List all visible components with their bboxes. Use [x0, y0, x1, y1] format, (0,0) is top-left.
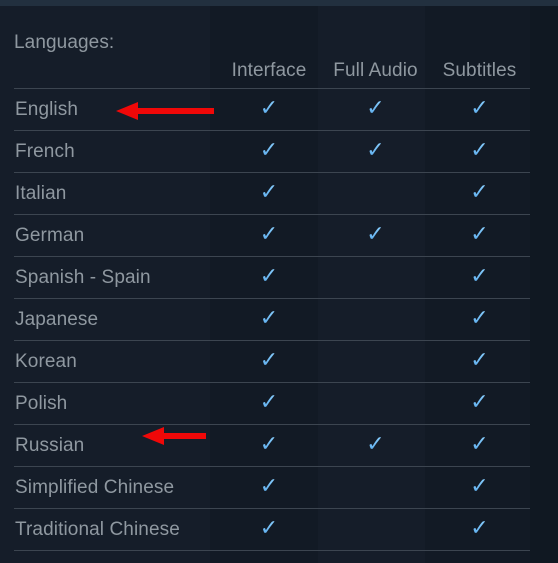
language-name: Polish [14, 382, 216, 425]
check-icon: ✓ [470, 432, 489, 457]
table-row: Italian ✓ ✓ ✓ [14, 172, 530, 215]
table-row: English ✓ ✓ ✓ [14, 88, 530, 131]
check-icon: ✓ [470, 222, 489, 247]
cell-full-audio: ✓ [322, 88, 429, 131]
cell-interface: ✓ [216, 424, 322, 467]
table-row: Korean ✓ ✓ ✓ [14, 340, 530, 383]
languages-heading: Languages: [14, 32, 115, 53]
table-row: Polish ✓ ✓ ✓ [14, 382, 530, 425]
languages-panel: Languages: Interface Full Audio Subtitle… [0, 0, 558, 563]
column-header-full-audio: Full Audio [333, 60, 418, 81]
check-icon: ✓ [259, 222, 279, 247]
cell-subtitles: ✓ [429, 88, 530, 131]
cell-full-audio: ✓ [322, 466, 429, 509]
cell-subtitles: ✓ [429, 298, 530, 341]
table-row: Traditional Chinese ✓ ✓ ✓ [14, 508, 530, 551]
cell-full-audio: ✓ [322, 382, 429, 425]
table-row: Simplified Chinese ✓ ✓ ✓ [14, 466, 530, 509]
check-icon: ✓ [259, 180, 279, 205]
cell-interface: ✓ [216, 130, 322, 173]
check-icon: ✓ [366, 222, 385, 247]
cell-full-audio: ✓ [322, 172, 429, 215]
language-name: English [14, 88, 216, 131]
language-name: Traditional Chinese [14, 508, 216, 551]
check-icon: ✓ [366, 96, 385, 121]
cell-interface: ✓ [216, 382, 322, 425]
check-icon: ✓ [470, 348, 489, 373]
check-icon: ✓ [366, 138, 385, 163]
cell-subtitles: ✓ [429, 214, 530, 257]
cell-interface: ✓ [216, 508, 322, 551]
language-name: Italian [14, 172, 216, 215]
cell-full-audio: ✓ [322, 214, 429, 257]
cell-full-audio: ✓ [322, 424, 429, 467]
check-icon: ✓ [470, 306, 489, 331]
cell-interface: ✓ [216, 466, 322, 509]
check-icon: ✓ [259, 96, 279, 121]
table-body: English✓✓✓French✓✓✓Italian✓✓✓German✓✓✓Sp… [14, 88, 530, 551]
languages-table: Interface Full Audio Subtitles English ✓ ✓… [14, 60, 530, 551]
check-icon: ✓ [259, 348, 279, 373]
check-icon: ✓ [259, 474, 279, 499]
table-header-row: Interface Full Audio Subtitles [14, 60, 530, 89]
check-icon: ✓ [470, 180, 489, 205]
table-row: Spanish - Spain ✓ ✓ ✓ [14, 256, 530, 299]
check-icon: ✓ [366, 432, 385, 457]
language-name: Russian [14, 424, 216, 467]
check-icon: ✓ [259, 432, 279, 457]
table-row: Japanese ✓ ✓ ✓ [14, 298, 530, 341]
cell-interface: ✓ [216, 340, 322, 383]
cell-subtitles: ✓ [429, 466, 530, 509]
column-header-subtitles: Subtitles [442, 60, 517, 81]
language-name: Korean [14, 340, 216, 383]
table-row: Russian ✓ ✓ ✓ [14, 424, 530, 467]
check-icon: ✓ [470, 264, 489, 289]
language-name: German [14, 214, 216, 257]
check-icon: ✓ [470, 390, 489, 415]
language-name: Simplified Chinese [14, 466, 216, 509]
cell-interface: ✓ [216, 256, 322, 299]
check-icon: ✓ [259, 264, 279, 289]
cell-full-audio: ✓ [322, 256, 429, 299]
check-icon: ✓ [470, 96, 489, 121]
table-row: German ✓ ✓ ✓ [14, 214, 530, 257]
check-icon: ✓ [259, 516, 279, 541]
cell-subtitles: ✓ [429, 256, 530, 299]
cell-interface: ✓ [216, 88, 322, 131]
cell-interface: ✓ [216, 172, 322, 215]
check-icon: ✓ [470, 138, 489, 163]
cell-subtitles: ✓ [429, 172, 530, 215]
cell-full-audio: ✓ [322, 340, 429, 383]
cell-subtitles: ✓ [429, 382, 530, 425]
language-name: Japanese [14, 298, 216, 341]
check-icon: ✓ [470, 474, 489, 499]
table-header: Interface Full Audio Subtitles [14, 60, 530, 89]
cell-subtitles: ✓ [429, 508, 530, 551]
cell-subtitles: ✓ [429, 130, 530, 173]
cell-subtitles: ✓ [429, 424, 530, 467]
column-header-language [14, 60, 216, 89]
cell-interface: ✓ [216, 214, 322, 257]
check-icon: ✓ [259, 390, 279, 415]
cell-interface: ✓ [216, 298, 322, 341]
check-icon: ✓ [259, 306, 279, 331]
language-name: French [14, 130, 216, 173]
table-row: French ✓ ✓ ✓ [14, 130, 530, 173]
cell-full-audio: ✓ [322, 298, 429, 341]
cell-subtitles: ✓ [429, 340, 530, 383]
cell-full-audio: ✓ [322, 130, 429, 173]
cell-full-audio: ✓ [322, 508, 429, 551]
language-name: Spanish - Spain [14, 256, 216, 299]
column-header-interface: Interface [231, 60, 307, 81]
check-icon: ✓ [470, 516, 489, 541]
check-icon: ✓ [259, 138, 279, 163]
